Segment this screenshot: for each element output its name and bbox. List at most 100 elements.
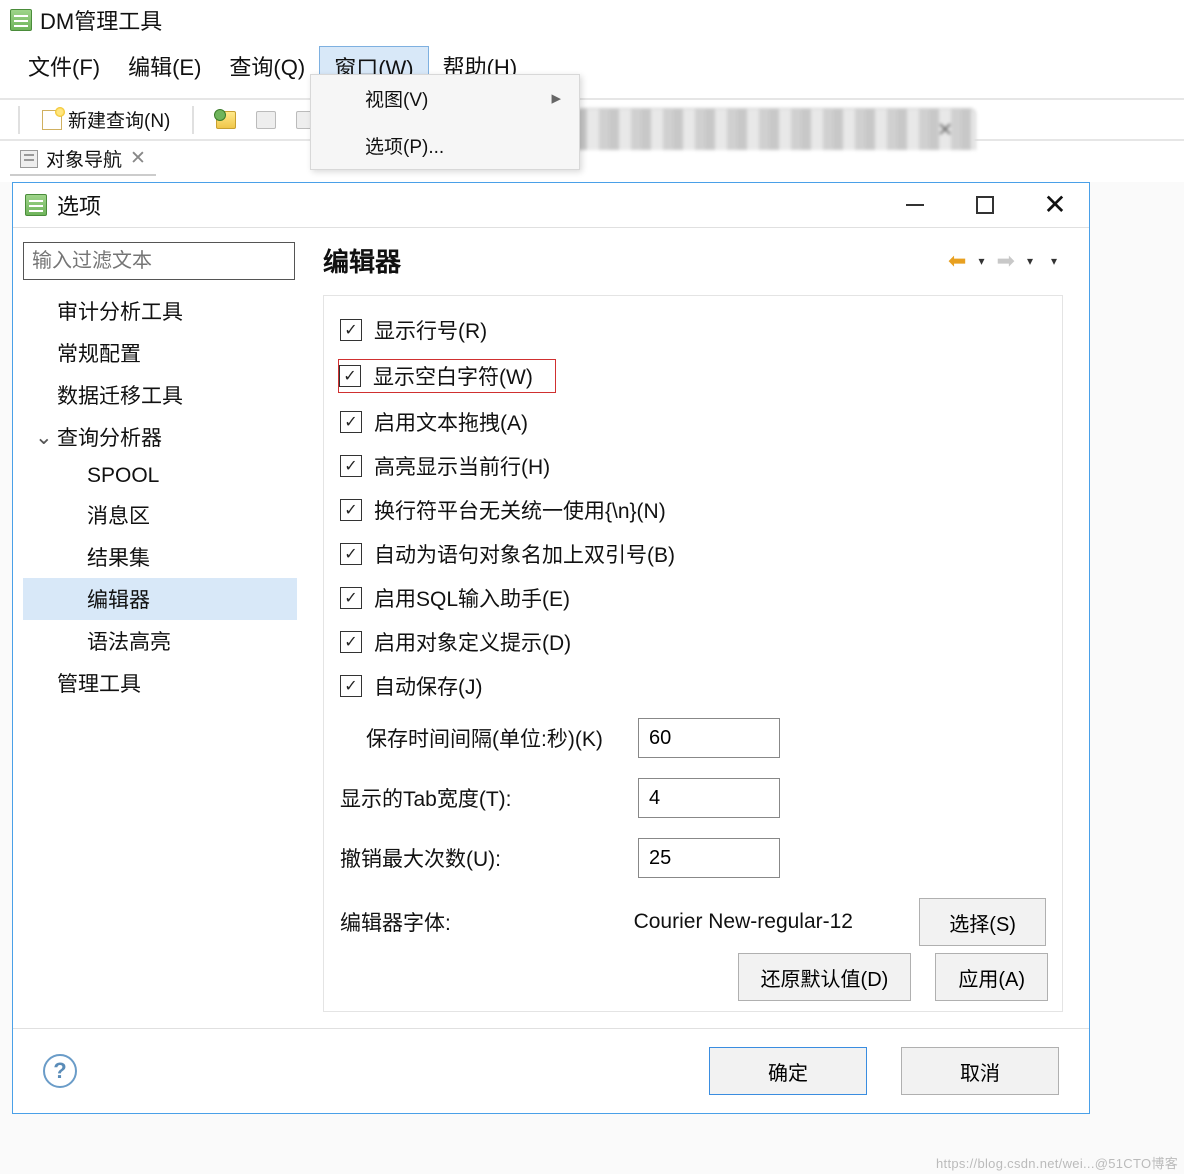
close-button[interactable]: ✕ — [1035, 190, 1075, 220]
check-sql-assist[interactable]: ✓启用SQL输入助手(E) — [338, 576, 1048, 620]
new-query-icon — [42, 110, 62, 130]
tab-width-label: 显示的Tab宽度(T): — [340, 783, 624, 813]
menu-item-options-label: 选项(P)... — [365, 132, 444, 159]
dialog-main: 编辑器 ⬅ ▾ ➡ ▾ ▾ ✓显示行号(R) ✓显示空白字符(W) ✓启用文本拖拽(… — [307, 228, 1089, 1028]
toolbar-separator — [192, 106, 194, 134]
tree-item-manage[interactable]: 管理工具 — [23, 662, 297, 704]
menu-item-view[interactable]: 视图(V) ▸ — [311, 75, 579, 122]
select-font-button[interactable]: 选择(S) — [919, 898, 1046, 946]
cancel-button[interactable]: 取消 — [901, 1047, 1059, 1095]
checkbox-icon: ✓ — [340, 499, 362, 521]
restore-defaults-button[interactable]: 还原默认值(D) — [738, 953, 912, 1001]
tree-item-migrate[interactable]: 数据迁移工具 — [23, 374, 297, 416]
tab-object-nav[interactable]: 对象导航 ✕ — [10, 143, 156, 176]
menu-query[interactable]: 查询(Q) — [215, 46, 319, 88]
new-query-label: 新建查询(N) — [68, 106, 170, 133]
save-interval-label: 保存时间间隔(单位:秒)(K) — [340, 723, 624, 753]
open-button[interactable] — [210, 109, 242, 131]
toolbar-separator — [18, 106, 20, 134]
options-area: ✓显示行号(R) ✓显示空白字符(W) ✓启用文本拖拽(A) ✓高亮显示当前行(… — [323, 295, 1063, 1012]
field-font: 编辑器字体: Courier New-regular-12 选择(S) — [338, 888, 1048, 956]
chevron-right-icon: ▸ — [551, 87, 561, 110]
tab-object-nav-label: 对象导航 — [46, 145, 122, 172]
check-autosave[interactable]: ✓自动保存(J) — [338, 664, 1048, 708]
minimize-icon — [906, 204, 924, 206]
check-obj-def[interactable]: ✓启用对象定义提示(D) — [338, 620, 1048, 664]
check-line-number[interactable]: ✓显示行号(R) — [338, 308, 1048, 352]
checkbox-icon: ✓ — [340, 455, 362, 477]
tree-item-syntax[interactable]: 语法高亮 — [23, 620, 297, 662]
checkbox-icon: ✓ — [340, 675, 362, 697]
dialog-footer: ? 确定 取消 — [13, 1028, 1089, 1113]
blurred-tab: ✕ — [576, 108, 976, 150]
filter-input[interactable] — [23, 242, 295, 280]
checkbox-icon: ✓ — [340, 631, 362, 653]
check-highlight[interactable]: ✓高亮显示当前行(H) — [338, 444, 1048, 488]
tree-item-analyzer[interactable]: ⌄查询分析器 — [23, 416, 297, 458]
section-title: 编辑器 — [323, 242, 401, 279]
close-icon[interactable]: ✕ — [937, 119, 953, 142]
close-icon[interactable]: ✕ — [130, 147, 146, 170]
tab-width-input[interactable] — [638, 778, 780, 818]
field-tab-width: 显示的Tab宽度(T): — [338, 768, 1048, 828]
app-title: DM管理工具 — [40, 4, 162, 36]
menu-item-view-label: 视图(V) — [365, 85, 428, 112]
font-label: 编辑器字体: — [340, 907, 620, 937]
dropdown-triangle-icon[interactable]: ▾ — [1027, 254, 1033, 268]
menu-bar: 文件(F) 编辑(E) 查询(Q) 窗口(W) 帮助(H) — [0, 42, 1184, 98]
nav-arrows: ⬅ ▾ ➡ ▾ ▾ — [948, 248, 1063, 274]
dialog-body: 审计分析工具 常规配置 数据迁移工具 ⌄查询分析器 SPOOL 消息区 结果集 … — [13, 227, 1089, 1028]
dialog-icon — [25, 194, 47, 216]
checkbox-icon: ✓ — [340, 587, 362, 609]
menu-file[interactable]: 文件(F) — [14, 46, 114, 88]
field-save-interval: 保存时间间隔(单位:秒)(K) — [338, 708, 1048, 768]
watermark: https://blog.csdn.net/wei...@51CTO博客 — [936, 1153, 1178, 1172]
close-icon: ✕ — [1043, 195, 1066, 215]
back-arrow-icon[interactable]: ⬅ — [948, 248, 966, 274]
save-interval-input[interactable] — [638, 718, 780, 758]
window-buttons: ✕ — [895, 190, 1075, 220]
undo-max-label: 撤销最大次数(U): — [340, 843, 624, 873]
check-newline[interactable]: ✓换行符平台无关统一使用{\n}(N) — [338, 488, 1048, 532]
tree-item-spool[interactable]: SPOOL — [23, 458, 297, 494]
field-undo-max: 撤销最大次数(U): — [338, 828, 1048, 888]
tree-item-msg[interactable]: 消息区 — [23, 494, 297, 536]
forward-arrow-icon[interactable]: ➡ — [997, 248, 1015, 274]
folder-open-icon — [216, 111, 236, 129]
tree-item-editor[interactable]: 编辑器 — [23, 578, 297, 620]
save-button[interactable] — [250, 109, 282, 131]
minimize-button[interactable] — [895, 190, 935, 220]
help-icon[interactable]: ? — [43, 1054, 77, 1088]
tree-item-general[interactable]: 常规配置 — [23, 332, 297, 374]
settings-tree: 审计分析工具 常规配置 数据迁移工具 ⌄查询分析器 SPOOL 消息区 结果集 … — [23, 290, 297, 704]
maximize-icon — [976, 196, 994, 214]
dialog-sidebar: 审计分析工具 常规配置 数据迁移工具 ⌄查询分析器 SPOOL 消息区 结果集 … — [13, 228, 307, 1028]
dialog-titlebar: 选项 ✕ — [13, 183, 1089, 227]
check-quotes[interactable]: ✓自动为语句对象名加上双引号(B) — [338, 532, 1048, 576]
options-dialog: 选项 ✕ 审计分析工具 常规配置 数据迁移工具 ⌄查询分析器 SPOOL 消息区… — [12, 182, 1090, 1114]
disk-icon — [256, 111, 276, 129]
dialog-title: 选项 — [57, 189, 101, 221]
apply-button[interactable]: 应用(A) — [935, 953, 1048, 1001]
menu-triangle-icon[interactable]: ▾ — [1051, 254, 1057, 268]
check-whitespace[interactable]: ✓显示空白字符(W) — [338, 352, 1048, 400]
dropdown-triangle-icon[interactable]: ▾ — [978, 254, 984, 268]
new-query-button[interactable]: 新建查询(N) — [36, 104, 176, 135]
undo-max-input[interactable] — [638, 838, 780, 878]
main-window: DM管理工具 文件(F) 编辑(E) 查询(Q) 窗口(W) 帮助(H) 新建查… — [0, 0, 1184, 182]
checkbox-icon: ✓ — [340, 319, 362, 341]
main-window-titlebar: DM管理工具 — [0, 0, 1184, 42]
checkbox-icon: ✓ — [340, 543, 362, 565]
menu-item-options[interactable]: 选项(P)... — [311, 122, 579, 169]
font-value: Courier New-regular-12 — [634, 910, 906, 934]
app-icon — [10, 9, 32, 31]
maximize-button[interactable] — [965, 190, 1005, 220]
tree-item-audit[interactable]: 审计分析工具 — [23, 290, 297, 332]
checkbox-icon: ✓ — [340, 411, 362, 433]
object-nav-icon — [20, 150, 38, 168]
menu-edit[interactable]: 编辑(E) — [114, 46, 215, 88]
tree-item-result[interactable]: 结果集 — [23, 536, 297, 578]
ok-button[interactable]: 确定 — [709, 1047, 867, 1095]
window-menu-dropdown: 视图(V) ▸ 选项(P)... — [310, 74, 580, 170]
check-drag[interactable]: ✓启用文本拖拽(A) — [338, 400, 1048, 444]
